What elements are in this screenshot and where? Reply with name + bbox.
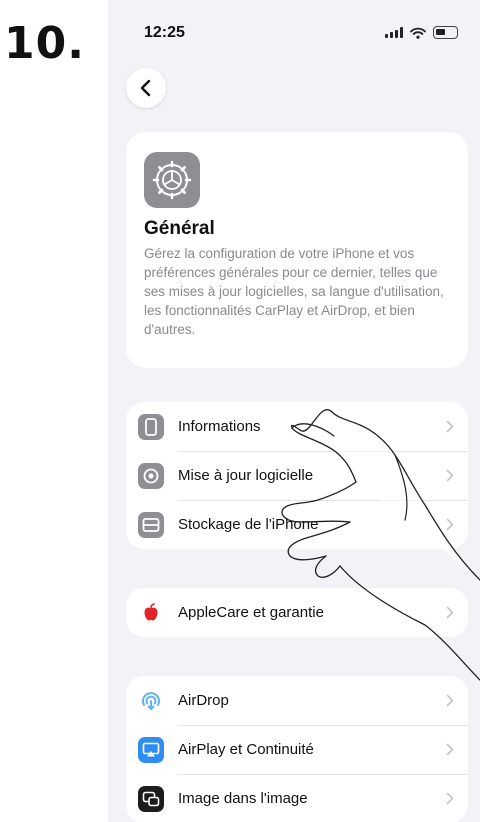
signal-icon	[385, 27, 403, 38]
chevron-right-icon	[446, 694, 454, 707]
picture-in-picture-icon	[138, 785, 164, 812]
chevron-right-icon	[446, 469, 454, 482]
row-iphone-storage[interactable]: Stockage de l'iPhone	[126, 500, 468, 549]
row-label: AirDrop	[178, 692, 229, 709]
apple-logo-icon	[138, 600, 164, 626]
chevron-left-icon	[140, 79, 151, 97]
wifi-icon	[410, 27, 426, 39]
airdrop-icon	[138, 688, 164, 714]
settings-group-device: Informations Mise à jour logicielle Stoc…	[126, 402, 468, 549]
chevron-right-icon	[446, 606, 454, 619]
phone-screen: 12:25 Général Gérez la configuration de …	[108, 0, 480, 822]
row-label: AirPlay et Continuité	[178, 741, 314, 758]
chevron-right-icon	[446, 792, 454, 805]
row-informations[interactable]: Informations	[126, 402, 468, 451]
row-airplay[interactable]: AirPlay et Continuité	[126, 725, 468, 774]
row-label: AppleCare et garantie	[178, 604, 324, 621]
storage-icon	[138, 511, 164, 538]
gear-update-icon	[138, 462, 164, 489]
row-label: Mise à jour logicielle	[178, 467, 314, 484]
status-bar: 12:25	[108, 0, 480, 60]
battery-icon	[433, 26, 458, 39]
back-button[interactable]	[126, 68, 166, 108]
settings-group-connectivity: AirDrop AirPlay et Continuité Image dans…	[126, 676, 468, 822]
step-number: 10.	[4, 18, 85, 69]
page-title: Général	[144, 218, 215, 239]
phone-info-icon	[138, 413, 164, 440]
page-description: Gérez la configuration de votre iPhone e…	[144, 246, 444, 337]
chevron-right-icon	[446, 743, 454, 756]
row-software-update[interactable]: Mise à jour logicielle	[126, 451, 468, 500]
row-label: Stockage de l'iPhone	[178, 516, 319, 533]
status-time: 12:25	[144, 24, 185, 41]
chevron-right-icon	[446, 518, 454, 531]
status-icons	[385, 26, 458, 39]
settings-group-applecare: AppleCare et garantie	[126, 588, 468, 637]
airplay-icon	[138, 736, 164, 763]
row-picture-in-picture[interactable]: Image dans l'image	[126, 774, 468, 822]
row-airdrop[interactable]: AirDrop	[126, 676, 468, 725]
chevron-right-icon	[446, 420, 454, 433]
row-label: Image dans l'image	[178, 790, 308, 807]
row-label: Informations	[178, 418, 261, 435]
general-header-card: Général Gérez la configuration de votre …	[126, 132, 468, 368]
settings-gear-icon	[144, 152, 200, 208]
row-applecare[interactable]: AppleCare et garantie	[126, 588, 468, 637]
